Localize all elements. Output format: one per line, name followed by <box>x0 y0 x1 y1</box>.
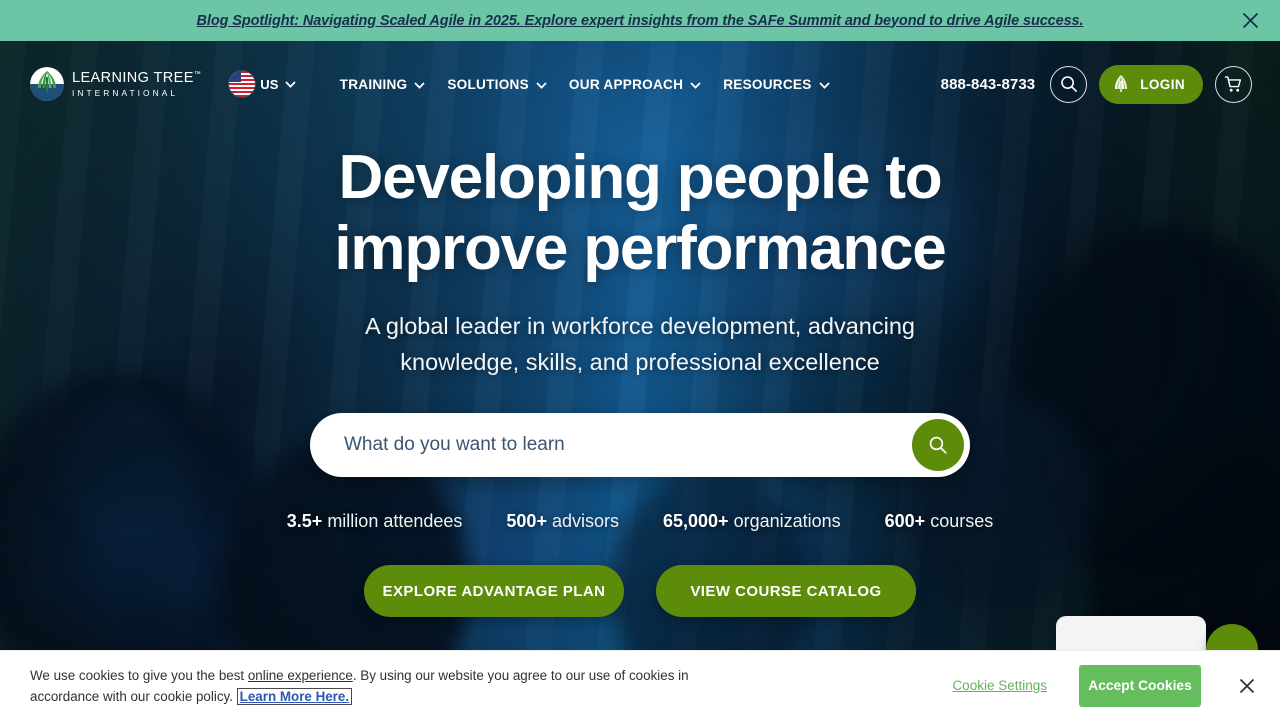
learning-tree-logo-icon <box>30 67 64 101</box>
hero-section: LEARNING TREE™ INTERNATIONAL US TRAINING <box>0 41 1280 650</box>
cookie-learn-more-link[interactable]: Learn More Here. <box>236 687 353 705</box>
stat-item: 600+ courses <box>885 511 994 532</box>
locale-label: US <box>260 76 279 92</box>
cookie-settings-link[interactable]: Cookie Settings <box>952 678 1047 693</box>
stat-value: 65,000+ <box>662 511 729 531</box>
shopping-cart-icon <box>1224 75 1242 92</box>
chevron-down-icon <box>414 77 426 92</box>
stat-label: courses <box>925 511 994 531</box>
stat-label: organizations <box>728 511 841 531</box>
cookie-consent-text: We use cookies to give you the best onli… <box>30 665 720 707</box>
view-course-catalog-button[interactable]: VIEW COURSE CATALOG <box>656 565 916 617</box>
primary-menu: TRAINING SOLUTIONS OUR APPROACH RESOURCE… <box>340 77 830 92</box>
search-icon <box>929 436 947 454</box>
promo-banner-close-button[interactable] <box>1237 8 1263 34</box>
stat-item: 65,000+ organizations <box>663 511 841 532</box>
chevron-down-icon <box>536 77 547 92</box>
chevron-down-icon <box>285 75 296 93</box>
phone-number-link[interactable]: 888-843-8733 <box>941 76 1036 93</box>
nav-item-label: RESOURCES <box>723 76 812 92</box>
stat-label: million attendees <box>322 511 463 531</box>
chevron-down-icon <box>818 77 830 92</box>
nav-item-solutions[interactable]: SOLUTIONS <box>447 77 547 92</box>
login-button[interactable]: LOGIN <box>1099 64 1203 104</box>
login-button-label: LOGIN <box>1140 76 1185 92</box>
cart-button[interactable] <box>1215 65 1252 103</box>
stat-label: advisors <box>546 511 619 531</box>
hero-content: Developing people to improve performance… <box>0 41 1280 650</box>
tree-icon <box>1110 73 1132 95</box>
nav-item-our-approach[interactable]: OUR APPROACH <box>569 77 701 92</box>
hero-title: Developing people to improve performance <box>334 143 946 283</box>
explore-advantage-plan-button[interactable]: EXPLORE ADVANTAGE PLAN <box>364 565 624 617</box>
nav-item-label: OUR APPROACH <box>568 76 684 92</box>
us-flag-icon <box>229 71 256 97</box>
hero-cta-row: EXPLORE ADVANTAGE PLAN VIEW COURSE CATAL… <box>364 565 916 617</box>
locale-selector[interactable]: US <box>229 71 296 97</box>
cookie-banner-close-button[interactable] <box>1236 675 1258 697</box>
stat-value: 3.5+ <box>286 511 323 531</box>
nav-item-resources[interactable]: RESOURCES <box>723 76 830 92</box>
stat-item: 500+ advisors <box>506 511 619 532</box>
stat-value: 500+ <box>506 511 547 531</box>
cookie-text-body: We use cookies to give you the best onli… <box>30 667 689 704</box>
logo-trademark: ™ <box>193 71 202 79</box>
close-icon <box>1239 678 1255 693</box>
nav-item-label: TRAINING <box>339 76 408 92</box>
search-input[interactable] <box>344 413 912 477</box>
nav-item-training[interactable]: TRAINING <box>340 77 426 92</box>
search-submit-button[interactable] <box>912 419 964 471</box>
promo-banner-link[interactable]: Blog Spotlight: Navigating Scaled Agile … <box>197 13 1084 29</box>
cookie-consent-banner: We use cookies to give you the best onli… <box>0 650 1280 720</box>
nav-actions: 888-843-8733 LOGIN <box>941 64 1252 104</box>
site-logo[interactable]: LEARNING TREE™ INTERNATIONAL <box>30 67 201 101</box>
page-root: Blog Spotlight: Navigating Scaled Agile … <box>0 0 1280 720</box>
stat-item: 3.5+ million attendees <box>287 511 463 532</box>
site-logo-text: LEARNING TREE™ INTERNATIONAL <box>72 71 201 97</box>
chevron-down-icon <box>690 77 701 92</box>
hero-search-bar <box>310 413 970 477</box>
close-icon <box>1242 12 1258 29</box>
nav-item-label: SOLUTIONS <box>447 76 529 92</box>
promo-banner: Blog Spotlight: Navigating Scaled Agile … <box>0 0 1280 41</box>
accept-cookies-button[interactable]: Accept Cookies <box>1079 664 1201 707</box>
hero-stats: 3.5+ million attendees 500+ advisors 65,… <box>287 511 993 532</box>
logo-line-2: INTERNATIONAL <box>72 87 179 98</box>
search-toggle-button[interactable] <box>1050 65 1088 103</box>
stat-value: 600+ <box>884 511 926 531</box>
search-icon <box>1060 76 1077 92</box>
hero-subtitle: A global leader in workforce development… <box>365 313 915 375</box>
main-navigation: LEARNING TREE™ INTERNATIONAL US TRAINING <box>0 41 1280 127</box>
logo-line-1: LEARNING TREE <box>72 70 194 87</box>
